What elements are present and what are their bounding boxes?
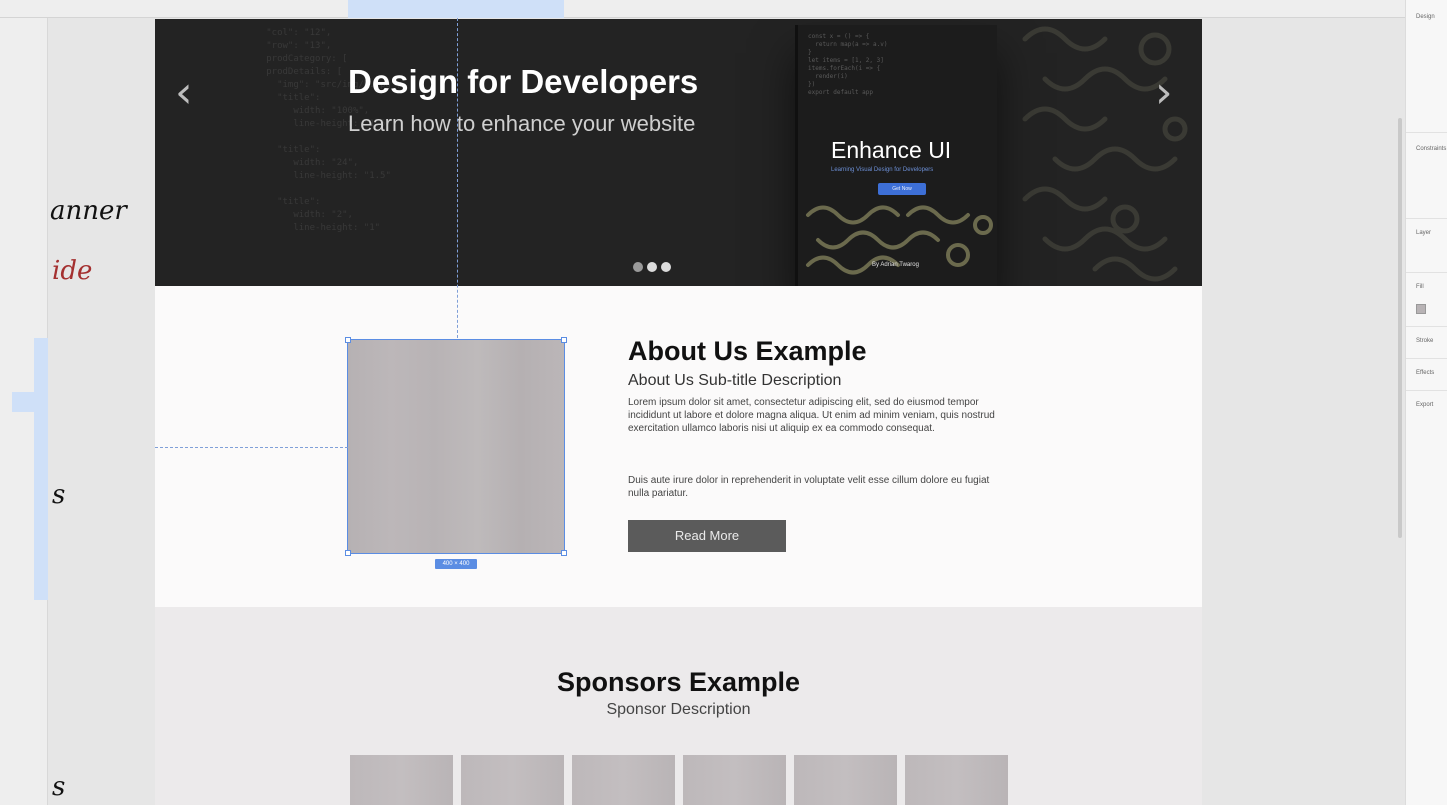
layer-label: Layer	[1416, 230, 1432, 236]
carousel-dot[interactable]	[661, 262, 671, 272]
panel-divider	[1406, 272, 1447, 273]
export-label[interactable]: Export	[1416, 402, 1433, 408]
book-code-texture: const x = () => { return map(a => a.v) }…	[808, 33, 888, 96]
selection-handle[interactable]	[561, 337, 567, 343]
panel-divider	[1406, 218, 1447, 219]
panel-divider	[1406, 132, 1447, 133]
carousel-dot[interactable]	[633, 262, 643, 272]
about-paragraph: Lorem ipsum dolor sit amet, consectetur …	[628, 397, 995, 434]
ruler-selection-highlight	[34, 338, 48, 600]
sponsor-logo-placeholder[interactable]	[905, 755, 1008, 805]
panel-divider	[1406, 390, 1447, 391]
sponsor-logo-placeholder[interactable]	[794, 755, 897, 805]
book-subtitle: Learning Visual Design for Developers	[831, 167, 934, 173]
read-more-button[interactable]: Read More	[628, 520, 786, 552]
carousel-next-arrow[interactable]: ›	[1155, 67, 1173, 118]
design-canvas-frame[interactable]: "col": "12", "row": "13", prodCategory: …	[155, 19, 1202, 805]
about-subtitle: About Us Sub-title Description	[628, 372, 842, 389]
selection-handle[interactable]	[345, 550, 351, 556]
carousel-dot[interactable]	[647, 262, 657, 272]
book-button: Get Now	[878, 183, 926, 195]
sponsor-logo-placeholder[interactable]	[572, 755, 675, 805]
about-image-placeholder[interactable]	[347, 339, 565, 554]
annotation-banner: anner	[50, 196, 127, 226]
sponsors-section[interactable]: Sponsors Example Sponsor Description	[155, 607, 1202, 805]
ruler-marker	[12, 392, 36, 412]
about-paragraph: Duis aute irure dolor in reprehenderit i…	[628, 475, 990, 499]
selection-handle[interactable]	[561, 550, 567, 556]
horizontal-guide-line	[155, 447, 348, 448]
effects-label[interactable]: Effects	[1416, 370, 1434, 376]
sponsors-title: Sponsors Example	[556, 667, 801, 697]
sponsor-logo-placeholder[interactable]	[350, 755, 453, 805]
horizontal-ruler	[0, 0, 1405, 18]
annotation-s-1: s	[52, 480, 66, 510]
book-title: Enhance UI	[831, 137, 952, 163]
vertical-guide-line	[457, 18, 458, 338]
book-pattern	[806, 205, 993, 275]
annotation-s-2: s	[52, 772, 66, 802]
sponsor-logo-placeholder[interactable]	[461, 755, 564, 805]
panel-heading: Design	[1416, 14, 1435, 20]
carousel-dots	[633, 262, 671, 272]
carousel-prev-arrow[interactable]: ‹	[175, 67, 193, 118]
canvas-scrollbar[interactable]	[1398, 118, 1402, 538]
fill-label: Fill	[1416, 284, 1424, 290]
panel-divider	[1406, 326, 1447, 327]
vertical-ruler	[0, 18, 48, 805]
stroke-label[interactable]: Stroke	[1416, 338, 1433, 344]
fill-swatch[interactable]	[1416, 304, 1426, 314]
sponsor-logo-placeholder[interactable]	[683, 755, 786, 805]
size-badge: 400 × 400	[435, 559, 477, 569]
panel-divider	[1406, 358, 1447, 359]
annotation-slide: ide	[52, 256, 93, 286]
banner-title: Design for Developers	[348, 63, 699, 100]
about-title: About Us Example	[628, 336, 867, 366]
sponsor-logos	[350, 755, 1008, 805]
selection-handle[interactable]	[345, 337, 351, 343]
sponsors-subtitle: Sponsor Description	[606, 701, 751, 718]
ruler-selection-highlight	[348, 0, 564, 18]
hero-banner[interactable]: "col": "12", "row": "13", prodCategory: …	[155, 19, 1202, 286]
book-cover-image: const x = () => { return map(a => a.v) }…	[795, 25, 997, 286]
constraints-label: Constraints	[1416, 146, 1447, 152]
book-author: By Adrian Twarog	[872, 262, 919, 268]
banner-subtitle: Learn how to enhance your website	[348, 111, 696, 136]
properties-panel: Design Constraints Layer Fill Stroke Eff…	[1405, 0, 1447, 805]
